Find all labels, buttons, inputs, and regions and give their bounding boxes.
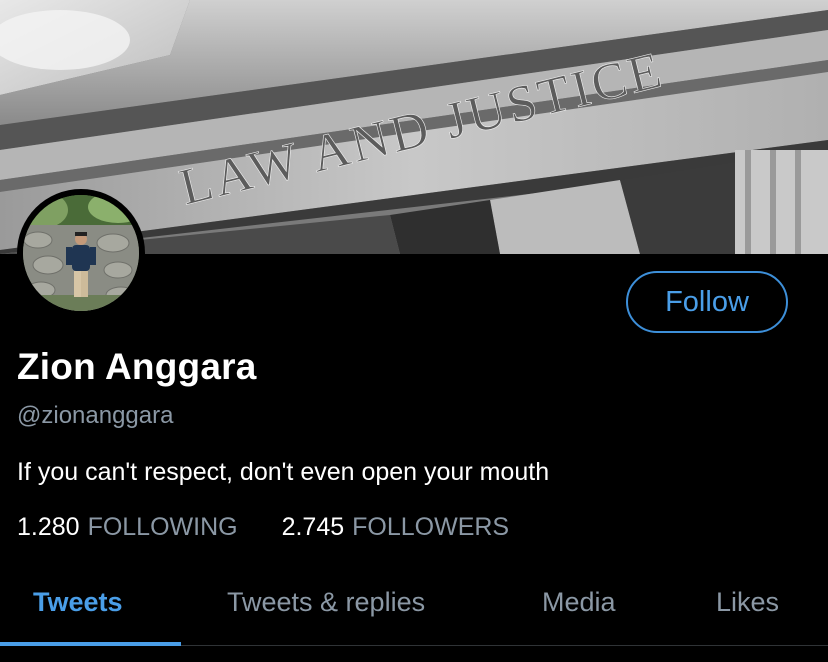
active-tab-indicator <box>0 642 181 646</box>
profile-bio: If you can't respect, don't even open yo… <box>17 458 550 486</box>
profile-tabs: Tweets Tweets & replies Media Likes <box>0 572 828 644</box>
profile-stats: 1.280 FOLLOWING 2.745 FOLLOWERS <box>17 513 509 542</box>
tab-tweets-and-replies[interactable]: Tweets & replies <box>227 587 425 618</box>
avatar-photo <box>23 195 139 311</box>
tab-tweets[interactable]: Tweets <box>33 587 123 618</box>
tab-likes[interactable]: Likes <box>716 587 779 618</box>
followers-count: 2.745 <box>281 513 345 541</box>
following-stat[interactable]: 1.280 FOLLOWING <box>17 513 238 542</box>
display-name: Zion Anggara <box>17 346 257 387</box>
tab-media[interactable]: Media <box>542 587 616 618</box>
followers-label: FOLLOWERS <box>352 513 510 541</box>
followers-stat[interactable]: 2.745 FOLLOWERS <box>282 513 510 542</box>
user-handle: @zionanggara <box>17 402 174 429</box>
profile-avatar[interactable] <box>17 189 145 317</box>
following-count: 1.280 <box>17 513 80 541</box>
following-label: FOLLOWING <box>87 513 238 541</box>
follow-button[interactable]: Follow <box>626 271 788 333</box>
